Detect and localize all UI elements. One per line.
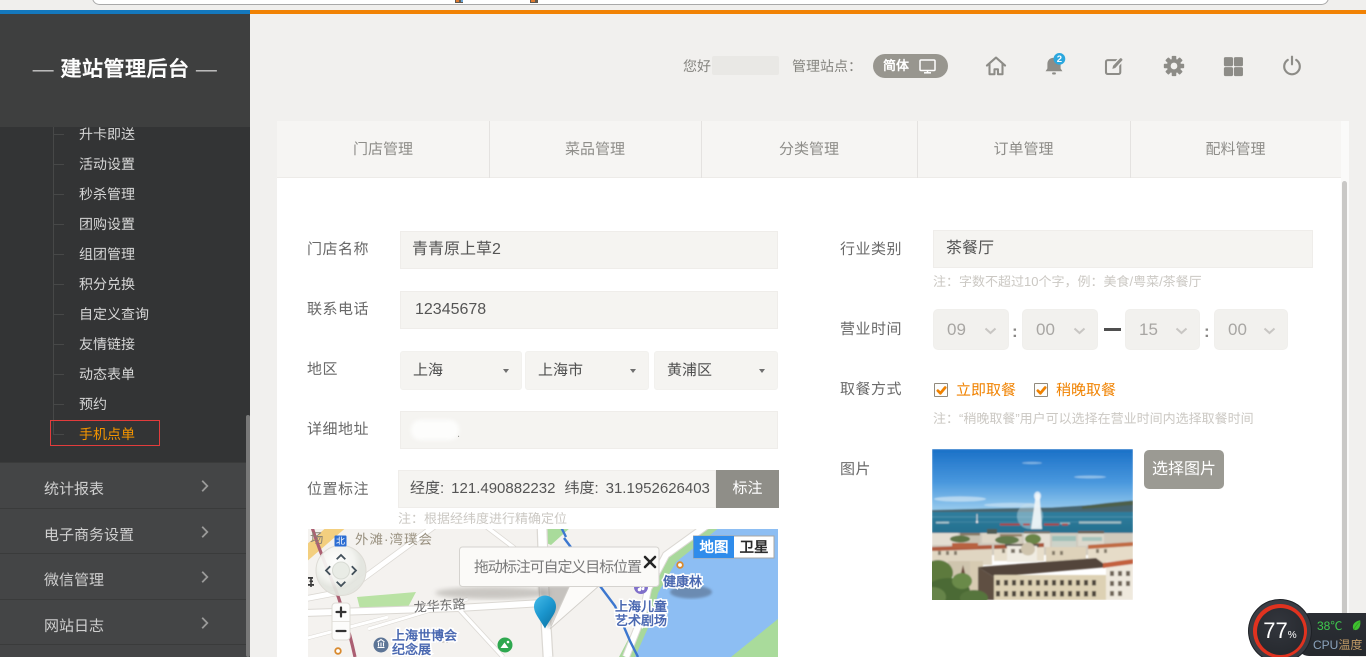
svg-text:拖动标注可自定义目标位置: 拖动标注可自定义目标位置 [474, 559, 642, 576]
svg-text:场: 场 [310, 531, 324, 546]
svg-text:上海儿童: 上海儿童 [615, 599, 667, 614]
svg-text:上海世博会: 上海世博会 [392, 628, 458, 643]
svg-text:艺术剧场: 艺术剧场 [615, 613, 667, 628]
svg-text:卫星: 卫星 [740, 540, 769, 556]
svg-text:2: 2 [1057, 54, 1062, 65]
svg-text:健康林: 健康林 [663, 574, 703, 589]
svg-text:北: 北 [336, 536, 345, 546]
svg-text:外滩·湾璞会: 外滩·湾璞会 [355, 532, 433, 547]
svg-text:纪念展: 纪念展 [392, 642, 432, 657]
svg-text:地图: 地图 [700, 539, 729, 556]
